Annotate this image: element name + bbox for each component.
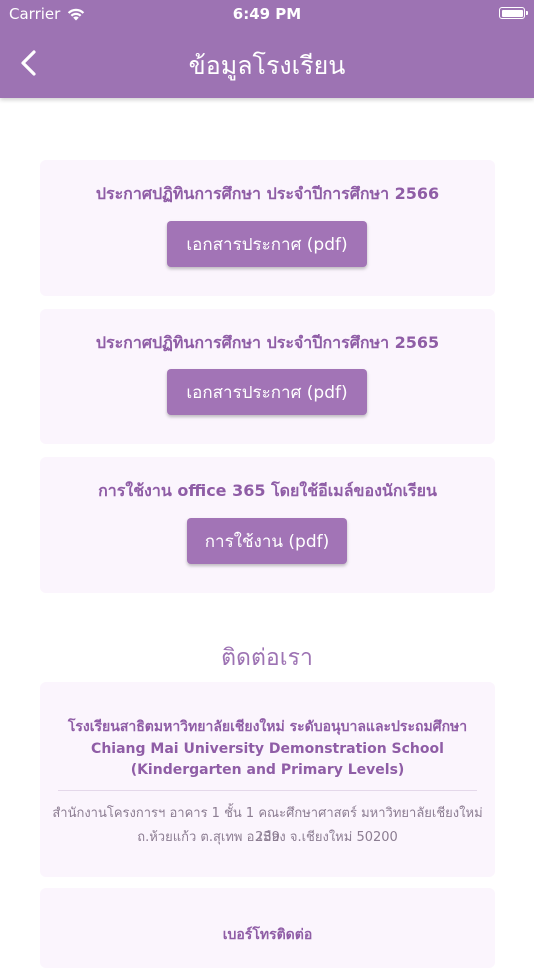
document-card-2566: ประกาศปฏิทินการศึกษา ประจำปีการศึกษา 256… xyxy=(40,160,495,296)
status-time: 6:49 PM xyxy=(232,5,302,23)
phone-title: เบอร์โทรติดต่อ xyxy=(222,927,313,943)
address-line-2: ถ.ห้วยแก้ว ต.สุเทพ อ.เมือง จ.เชียงใหม่ 5… xyxy=(137,830,398,845)
status-bar: Carrier 6:49 PM xyxy=(0,0,534,28)
document-title: ประกาศปฏิทินการศึกษา ประจำปีการศึกษา 256… xyxy=(95,333,440,352)
school-name-th: โรงเรียนสาธิตมหาวิทยาลัยเชียงใหม่ ระดับอ… xyxy=(67,719,468,735)
pdf-document-button[interactable]: เอกสารประกาศ (pdf) xyxy=(167,369,367,415)
document-title: การใช้งาน office 365 โดยใช้อีเมล์ของนักเ… xyxy=(98,481,437,500)
usage-guide-button[interactable]: การใช้งาน (pdf) xyxy=(187,518,347,564)
divider xyxy=(58,790,477,791)
battery-icon xyxy=(499,7,528,19)
page-title: ข้อมูลโรงเรียน xyxy=(188,51,346,80)
document-card-2565: ประกาศปฏิทินการศึกษา ประจำปีการศึกษา 256… xyxy=(40,309,495,444)
nav-bar: ข้อมูลโรงเรียน xyxy=(0,40,534,86)
document-title: ประกาศปฏิทินการศึกษา ประจำปีการศึกษา 256… xyxy=(95,184,440,203)
school-address-card: โรงเรียนสาธิตมหาวิทยาลัยเชียงใหม่ ระดับอ… xyxy=(40,682,495,877)
app-header: Carrier 6:49 PM ข้อมูลโรงเรียน xyxy=(0,0,534,98)
phone-card: เบอร์โทรติดต่อ xyxy=(40,888,495,968)
contact-section-title: ติดต่อเรา xyxy=(221,645,313,671)
pdf-document-button[interactable]: เอกสารประกาศ (pdf) xyxy=(167,221,367,267)
document-card-office365: การใช้งาน office 365 โดยใช้อีเมล์ของนักเ… xyxy=(40,457,495,593)
school-name-en: Chiang Mai University Demonstration Scho… xyxy=(91,741,444,778)
